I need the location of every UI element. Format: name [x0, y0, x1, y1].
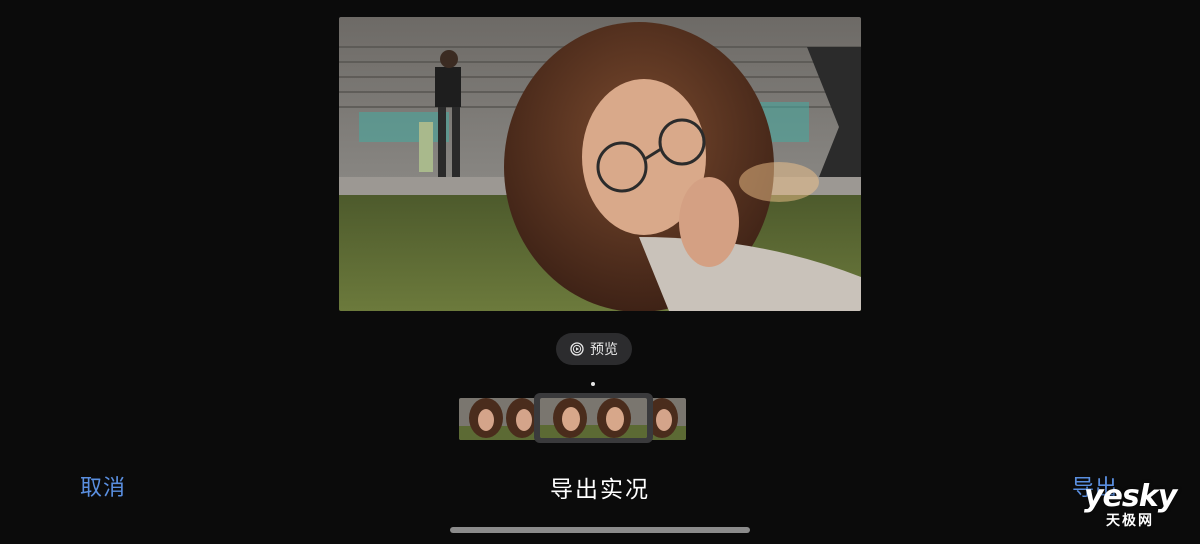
live-photo-preview	[339, 17, 861, 311]
preview-label: 预览	[590, 342, 618, 358]
watermark-brand-cn: 天极网	[1106, 513, 1154, 529]
preview-button[interactable]: 预览	[556, 333, 632, 365]
play-circle-icon	[570, 342, 584, 356]
page-title: 导出实况	[550, 477, 650, 503]
watermark-logo: yesky 天极网	[1084, 482, 1194, 532]
watermark-brand-en: yesky	[1084, 479, 1177, 514]
home-indicator[interactable]	[450, 527, 750, 533]
key-photo-indicator	[591, 382, 595, 386]
selected-frame-thumbnail	[540, 398, 647, 438]
selected-key-frame[interactable]	[534, 393, 653, 443]
